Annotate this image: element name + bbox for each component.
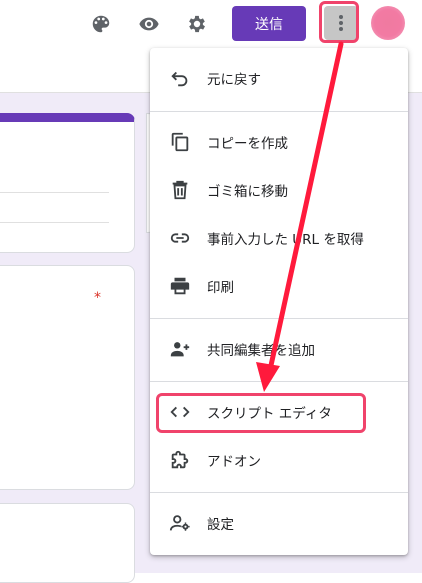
menu-item-trash[interactable]: ゴミ箱に移動 (150, 166, 408, 214)
menu-divider (150, 318, 408, 319)
menu-item-label: 設定 (207, 517, 234, 533)
menu-item-label: 事前入力した URL を取得 (207, 232, 364, 248)
menu-item-label: アドオン (207, 454, 261, 470)
palette-icon[interactable] (85, 8, 117, 40)
menu-item-label: 共同編集者を追加 (207, 343, 315, 359)
menu-item-label: 元に戻す (207, 72, 261, 88)
menu-divider (150, 111, 408, 112)
trash-icon (168, 178, 192, 202)
title-underline (0, 192, 109, 193)
more-options-menu: 元に戻す コピーを作成 ゴミ箱に移動 事前入力した URL を取得 印刷 共同編… (150, 48, 408, 555)
menu-item-addons[interactable]: アドオン (150, 436, 408, 484)
menu-item-print[interactable]: 印刷 (150, 262, 408, 310)
question-card[interactable]: * (0, 265, 135, 490)
menu-item-undo[interactable]: 元に戻す (150, 54, 408, 102)
required-asterisk: * (94, 290, 101, 306)
avatar[interactable] (371, 6, 405, 40)
more-button-highlight (319, 1, 359, 43)
eye-icon[interactable] (133, 8, 165, 40)
script-editor-highlight (156, 393, 366, 433)
menu-item-prefilled-url[interactable]: 事前入力した URL を取得 (150, 214, 408, 262)
menu-item-label: ゴミ箱に移動 (207, 184, 288, 200)
menu-item-label: 印刷 (207, 280, 234, 296)
send-button[interactable]: 送信 (232, 6, 306, 41)
person-add-icon (168, 337, 192, 361)
puzzle-icon (168, 448, 192, 472)
menu-item-copy[interactable]: コピーを作成 (150, 118, 408, 166)
menu-item-add-collaborators[interactable]: 共同編集者を追加 (150, 325, 408, 373)
menu-item-settings[interactable]: 設定 (150, 499, 408, 547)
print-icon (168, 274, 192, 298)
menu-divider (150, 381, 408, 382)
description-underline (0, 222, 109, 223)
person-settings-icon (168, 511, 192, 535)
gear-icon[interactable] (181, 8, 213, 40)
menu-item-label: コピーを作成 (207, 136, 288, 152)
question-card[interactable] (0, 503, 135, 583)
menu-divider (150, 492, 408, 493)
undo-icon (168, 66, 192, 90)
link-icon (168, 226, 192, 250)
copy-icon (168, 130, 192, 154)
form-title-card[interactable] (0, 113, 135, 253)
